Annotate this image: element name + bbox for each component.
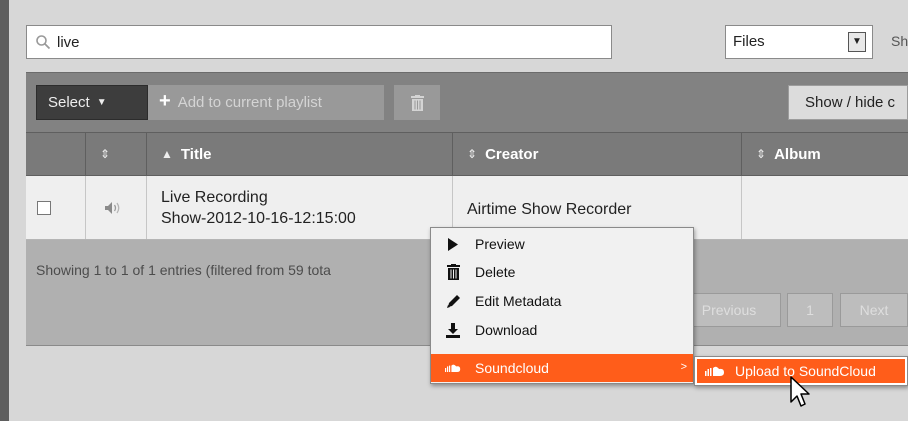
row-type-cell [86,176,147,239]
toolbar: Select ▼ + Add to current playlist Show … [26,72,908,132]
type-filter-value: Files [733,33,765,50]
audio-speaker-icon[interactable] [104,201,122,215]
context-menu-item-edit-metadata[interactable]: Edit Metadata [431,287,693,315]
show-hide-label: Show / hide c [805,94,896,111]
header-album-column[interactable]: ⇕ Album [742,133,908,175]
add-to-playlist-button[interactable]: + Add to current playlist [148,85,384,120]
sort-icon: ⇕ [100,147,111,161]
entries-info: Showing 1 to 1 of 1 entries (filtered fr… [36,262,331,278]
search-icon [36,35,51,50]
row-album-cell [742,176,908,239]
type-filter-select[interactable]: Files ▼ [725,25,873,59]
context-menu-item-soundcloud[interactable]: Soundcloud > [431,354,693,382]
context-menu-label: Edit Metadata [475,293,562,309]
sort-icon: ⇕ [756,147,767,161]
submenu-arrow-icon: > [680,361,687,373]
trash-icon [445,264,461,280]
context-menu-label: Soundcloud [475,360,549,376]
row-title: Live Recording [161,188,268,206]
mouse-cursor-icon [790,376,810,407]
table-header: ⇕ ▲ Title ⇕ Creator ⇕ Album [26,132,908,176]
delete-button[interactable] [394,85,440,120]
play-icon [445,236,461,252]
header-type-column[interactable]: ⇕ [86,133,147,175]
caret-down-icon: ▼ [96,97,107,108]
row-title-cell: Live Recording Show-2012-10-16-12:15:00 [147,176,453,239]
select-button[interactable]: Select ▼ [36,85,148,120]
previous-label: Previous [701,302,757,318]
header-album-label: Album [774,145,821,163]
header-creator-label: Creator [485,145,539,163]
search-box[interactable] [26,25,612,59]
soundcloud-icon [705,366,727,376]
next-page-button[interactable]: Next [840,293,908,327]
search-input[interactable] [57,26,597,58]
add-to-playlist-label: Add to current playlist [177,94,322,111]
header-select-column [26,133,86,175]
row-checkbox-cell [26,176,86,239]
sort-ascending-icon: ▲ [161,147,173,161]
truncated-label: Sh [891,33,908,49]
plus-icon: + [159,90,171,112]
context-menu-label: Download [475,322,538,338]
header-creator-column[interactable]: ⇕ Creator [453,133,742,175]
soundcloud-icon [445,360,461,376]
context-menu-item-delete[interactable]: Delete [431,258,693,286]
context-menu: Preview Delete Edit Metadata Download So… [430,227,694,384]
dropdown-arrow-icon[interactable]: ▼ [848,32,866,52]
context-menu-item-preview[interactable]: Preview [431,230,693,258]
left-border [0,0,9,421]
page-number: 1 [806,302,814,318]
select-button-label: Select [48,94,90,111]
context-menu-label: Delete [475,264,516,280]
page-1-button[interactable]: 1 [787,293,833,327]
header-title-column[interactable]: ▲ Title [147,133,453,175]
next-label: Next [859,302,889,318]
context-menu-item-download[interactable]: Download [431,316,693,344]
sort-icon: ⇕ [467,147,478,161]
row-checkbox[interactable] [37,200,51,215]
row-creator: Airtime Show Recorder [467,200,632,218]
pencil-icon [445,293,461,309]
context-menu-label: Preview [475,236,525,252]
header-title-label: Title [180,145,212,163]
trash-icon [410,94,424,111]
show-hide-columns-button[interactable]: Show / hide c [788,85,908,120]
download-icon [445,322,461,338]
row-title-subline: Show-2012-10-16-12:15:00 [161,209,356,227]
